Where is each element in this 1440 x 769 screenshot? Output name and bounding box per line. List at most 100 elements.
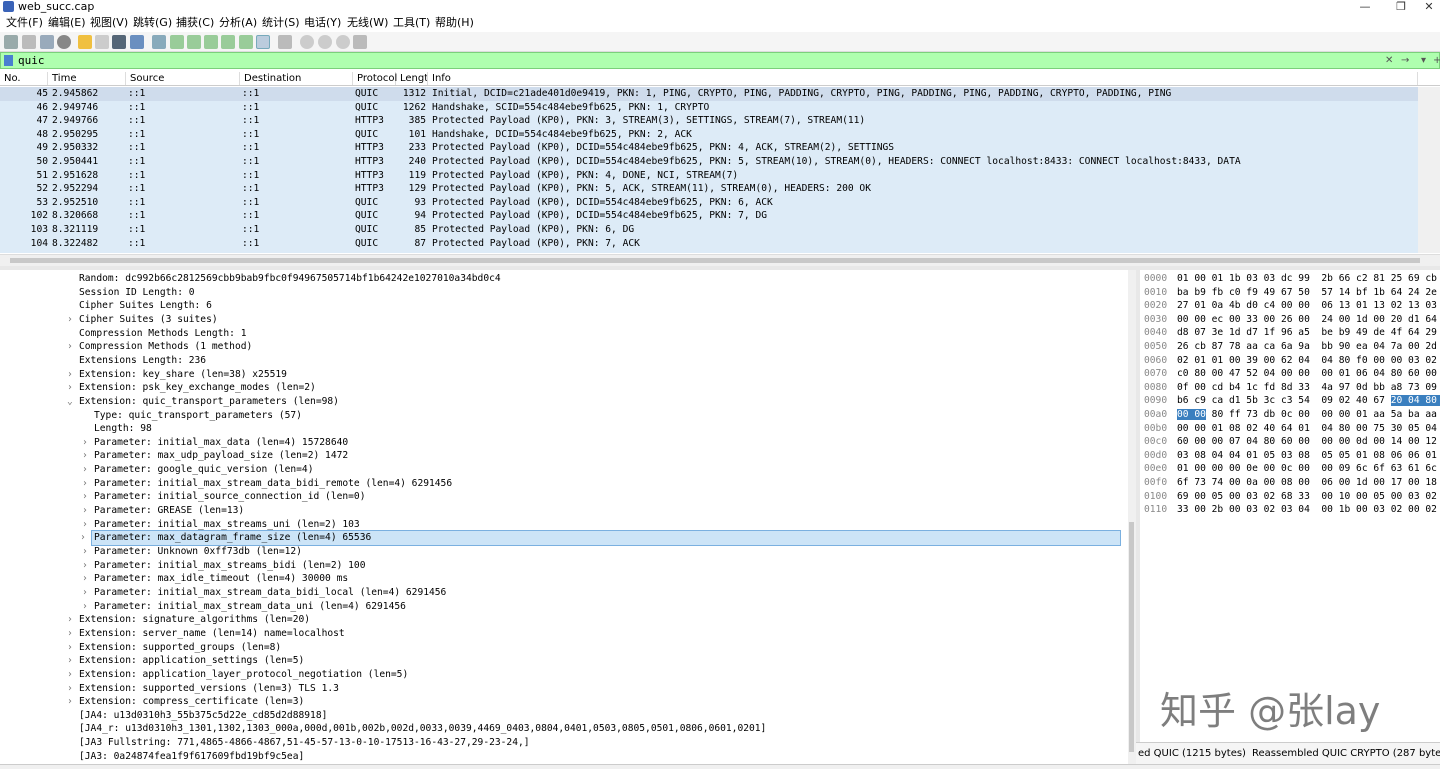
hex-row[interactable]: 0070 c0 80 00 47 52 04 00 00 00 01 06 04 … <box>1140 368 1440 380</box>
packet-row[interactable]: 47 2.949766::1::1 HTTP3 385 Protected Payloa… <box>0 114 1418 128</box>
autoscroll-icon[interactable] <box>256 35 270 49</box>
detail-tree-item[interactable]: › Parameter: Unknown 0xff73db (len=12) <box>82 545 302 559</box>
collapsed-chevron-icon[interactable]: › <box>67 340 73 354</box>
apply-filter-icon[interactable]: → <box>1401 54 1409 67</box>
hex-row[interactable]: 0020 27 01 0a 4b d0 c4 00 00 06 13 01 13 … <box>1140 300 1440 312</box>
detail-tree-item[interactable]: › Parameter: initial_source_connection_id… <box>82 490 365 504</box>
details-scroll-thumb[interactable] <box>1129 522 1134 752</box>
hex-row[interactable]: 00e0 01 00 00 00 0e 00 0c 00 00 09 6c 6f … <box>1140 463 1440 475</box>
collapsed-chevron-icon[interactable]: › <box>82 490 88 504</box>
expanded-chevron-icon[interactable]: ⌄ <box>67 395 73 409</box>
hex-row[interactable]: 0100 69 00 05 00 03 02 68 33 00 10 00 05 … <box>1140 491 1440 503</box>
save-file-icon[interactable] <box>95 35 109 49</box>
collapsed-chevron-icon[interactable]: › <box>82 545 88 559</box>
collapsed-chevron-icon[interactable]: › <box>67 368 73 382</box>
reload-icon[interactable] <box>130 35 144 49</box>
menu-edit[interactable]: 编辑(E) <box>48 16 86 30</box>
menu-tools[interactable]: 工具(T) <box>393 16 430 30</box>
resize-columns-icon[interactable] <box>353 35 367 49</box>
collapsed-chevron-icon[interactable]: › <box>67 641 73 655</box>
hex-row[interactable]: 0000 01 00 01 1b 03 03 dc 99 2b 66 c2 81 … <box>1140 273 1440 285</box>
detail-tree-item[interactable]: › Parameter: max_udp_payload_size (len=2)… <box>82 449 348 463</box>
detail-tree-item[interactable]: › Extension: supported_groups (len=8) <box>67 641 281 655</box>
detail-tree-item[interactable]: › Parameter: initial_max_streams_bidi (le… <box>82 559 365 573</box>
hex-row[interactable]: 0060 02 01 01 00 39 00 62 04 04 80 f0 00 … <box>1140 355 1440 367</box>
collapsed-chevron-icon[interactable]: › <box>82 518 88 532</box>
menu-file[interactable]: 文件(F) <box>6 16 43 30</box>
detail-tree-item[interactable]: › Parameter: max_datagram_frame_size (len… <box>80 530 1121 546</box>
col-source[interactable]: Source <box>126 72 240 85</box>
tab-reassembled-quic[interactable]: ed QUIC (1215 bytes) <box>1138 748 1246 759</box>
collapsed-chevron-icon[interactable]: › <box>82 559 88 573</box>
hex-row[interactable]: 0010 ba b9 fb c0 f9 49 67 50 57 14 bf 1b … <box>1140 287 1440 299</box>
detail-tree-item[interactable]: › Parameter: GREASE (len=13) <box>82 504 244 518</box>
zoom-in-icon[interactable] <box>300 35 314 49</box>
menu-analyze[interactable]: 分析(A) <box>219 16 257 30</box>
detail-tree-item[interactable]: › Parameter: initial_max_data (len=4) 157… <box>82 436 348 450</box>
packet-list-hscrollbar[interactable] <box>0 254 1440 266</box>
collapsed-chevron-icon[interactable]: › <box>82 504 88 518</box>
hex-row[interactable]: 0080 0f 00 cd b4 1c fd 8d 33 4a 97 0d bb … <box>1140 382 1440 394</box>
hex-row[interactable]: 00b0 00 00 01 08 02 40 64 01 04 80 00 75 … <box>1140 423 1440 435</box>
filter-dropdown-icon[interactable]: ▾ <box>1421 54 1426 67</box>
detail-tree-item[interactable]: Compression Methods Length: 1 <box>79 327 247 341</box>
minimize-button[interactable]: — <box>1350 0 1380 13</box>
packet-row[interactable]: 48 2.950295::1::1 QUIC 101 Handshake, DCID=5… <box>0 128 1418 142</box>
detail-tree-item[interactable]: › Parameter: initial_max_stream_data_uni … <box>82 600 406 614</box>
close-file-icon[interactable] <box>112 35 126 49</box>
hex-row[interactable]: 00f0 6f 73 74 00 0a 00 08 00 06 00 1d 00 … <box>1140 477 1440 489</box>
details-scrollbar[interactable] <box>1128 270 1136 764</box>
collapsed-chevron-icon[interactable]: › <box>82 586 88 600</box>
detail-tree-item[interactable]: ⌄ Extension: quic_transport_parameters (l… <box>67 395 339 409</box>
detail-tree-item[interactable]: Extensions Length: 236 <box>79 354 206 368</box>
collapsed-chevron-icon[interactable]: › <box>67 613 73 627</box>
collapsed-chevron-icon[interactable]: › <box>67 668 73 682</box>
first-packet-icon[interactable] <box>221 35 235 49</box>
packet-row[interactable]: 102 8.320668::1::1 QUIC 94 Protected Payload… <box>0 209 1418 223</box>
colorize-icon[interactable] <box>278 35 292 49</box>
packet-row[interactable]: 46 2.949746::1::1 QUIC 1262 Handshake, SCID=… <box>0 101 1418 115</box>
detail-tree-item[interactable]: › Parameter: initial_max_stream_data_bidi… <box>82 477 452 491</box>
last-packet-icon[interactable] <box>239 35 253 49</box>
collapsed-chevron-icon[interactable]: › <box>67 381 73 395</box>
go-forward-icon[interactable] <box>187 35 201 49</box>
collapsed-chevron-icon[interactable]: › <box>82 572 88 586</box>
restart-capture-icon[interactable] <box>40 35 54 49</box>
packet-list-scrollbar[interactable] <box>1418 87 1440 253</box>
display-filter-input[interactable]: quic <box>18 54 45 68</box>
hex-row[interactable]: 00a0 00 00 80 ff 73 db 0c 00 00 00 01 aa … <box>1140 409 1440 421</box>
hex-row[interactable]: 00c0 60 00 00 07 04 80 60 00 00 00 0d 00 … <box>1140 436 1440 448</box>
packet-row[interactable]: 49 2.950332::1::1 HTTP3 233 Protected Payloa… <box>0 141 1418 155</box>
detail-tree-item[interactable]: › Compression Methods (1 method) <box>67 340 252 354</box>
detail-tree-item[interactable]: [JA4: u13d0310h3_55b375c5d22e_cd85d2d889… <box>79 709 327 723</box>
col-protocol[interactable]: Protocol <box>353 72 397 85</box>
menu-capture[interactable]: 捕获(C) <box>176 16 214 30</box>
collapsed-chevron-icon[interactable]: › <box>67 313 73 327</box>
clear-filter-icon[interactable]: ✕ <box>1385 54 1393 67</box>
menu-go[interactable]: 跳转(G) <box>133 16 172 30</box>
detail-tree-item[interactable]: › Parameter: initial_max_stream_data_bidi… <box>82 586 446 600</box>
zoom-out-icon[interactable] <box>318 35 332 49</box>
find-packet-icon[interactable] <box>152 35 166 49</box>
add-filter-button[interactable]: + <box>1433 54 1440 67</box>
packet-row[interactable]: 53 2.952510::1::1 QUIC 93 Protected Payload … <box>0 196 1418 210</box>
stop-capture-icon[interactable] <box>22 35 36 49</box>
detail-tree-item[interactable]: Random: dc992b66c2812569cbb9bab9fbc0f949… <box>79 272 501 286</box>
menu-statistics[interactable]: 统计(S) <box>262 16 300 30</box>
collapsed-chevron-icon[interactable]: › <box>82 463 88 477</box>
collapsed-chevron-icon[interactable]: › <box>67 682 73 696</box>
collapsed-chevron-icon[interactable]: › <box>82 449 88 463</box>
go-to-packet-icon[interactable] <box>204 35 218 49</box>
detail-tree-item[interactable]: [JA3 Fullstring: 771,4865-4866-4867,51-4… <box>79 736 530 750</box>
detail-tree-item[interactable]: Type: quic_transport_parameters (57) <box>94 409 302 423</box>
packet-row[interactable]: 50 2.950441::1::1 HTTP3 240 Protected Payloa… <box>0 155 1418 169</box>
col-time[interactable]: Time <box>48 72 126 85</box>
detail-tree-item[interactable]: Session ID Length: 0 <box>79 286 195 300</box>
go-back-icon[interactable] <box>170 35 184 49</box>
collapsed-chevron-icon[interactable]: › <box>82 600 88 614</box>
col-length[interactable]: Length <box>396 72 428 85</box>
start-capture-icon[interactable] <box>4 35 18 49</box>
normal-size-icon[interactable] <box>336 35 350 49</box>
collapsed-chevron-icon[interactable]: › <box>82 436 88 450</box>
hex-row[interactable]: 0090 b6 c9 ca d1 5b 3c c3 54 09 02 40 67 … <box>1140 395 1440 407</box>
